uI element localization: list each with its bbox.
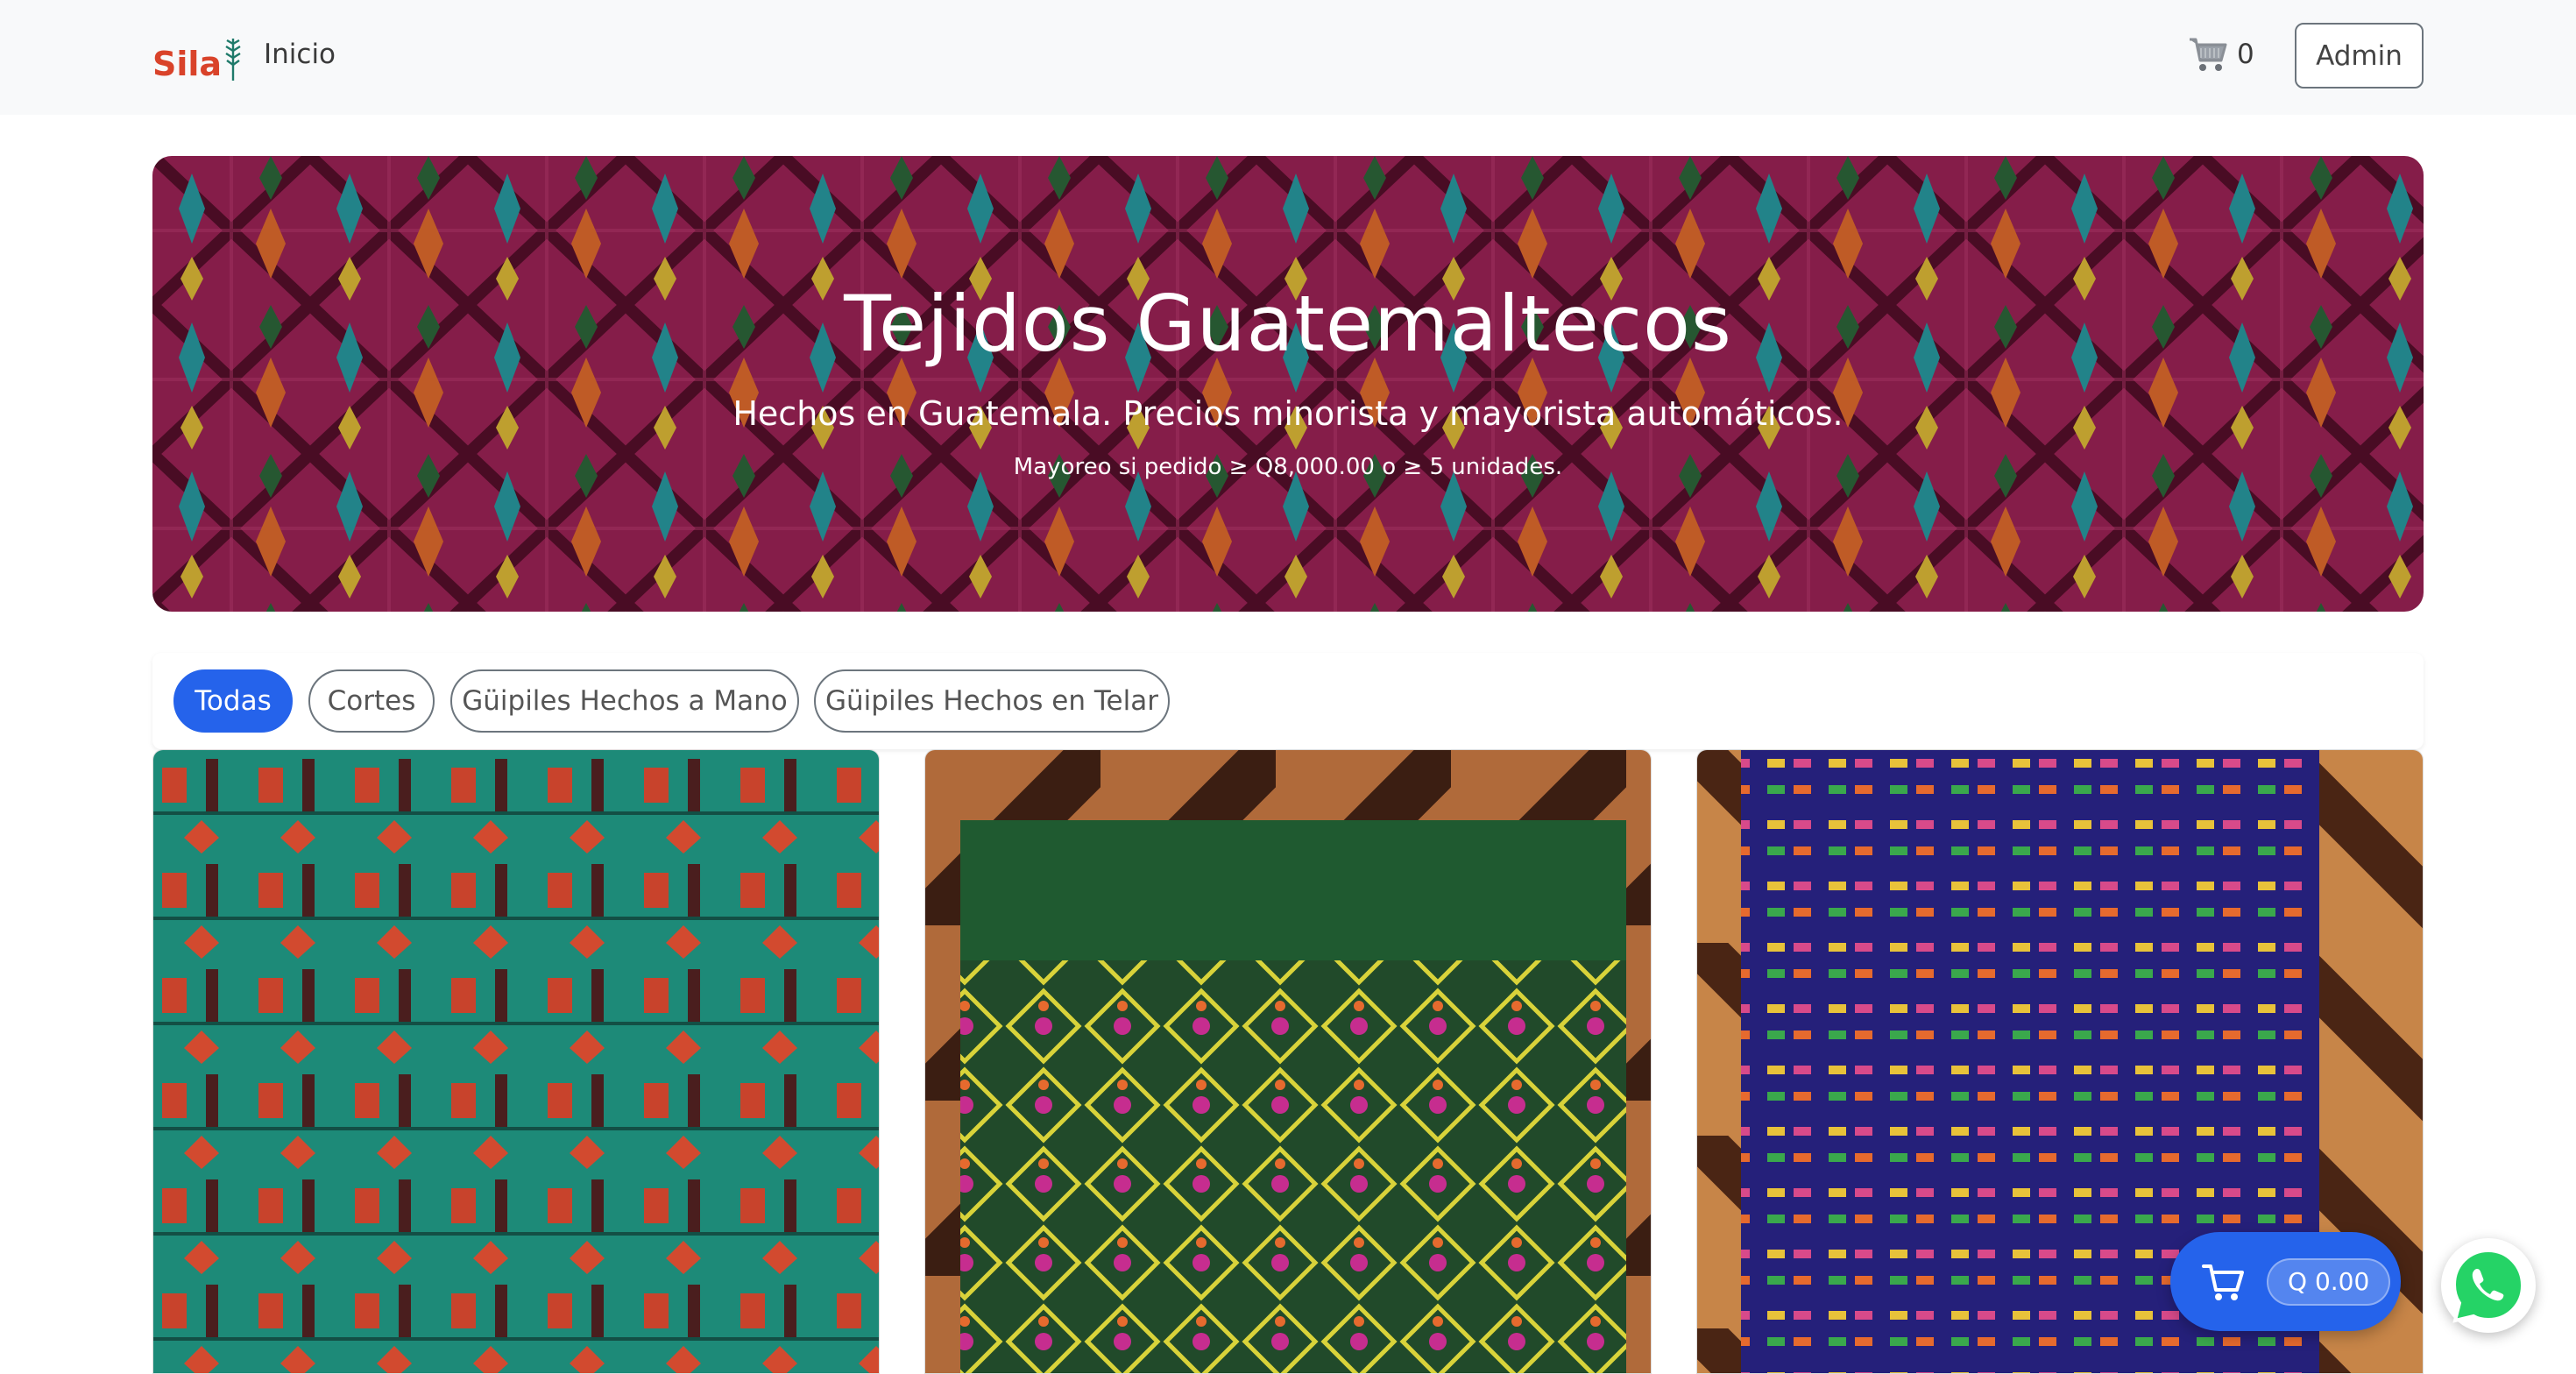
hero-subtitle: Hechos en Guatemala. Precios minorista y…	[732, 394, 1844, 433]
nav-home-link[interactable]: Inicio	[264, 35, 336, 74]
product-card[interactable]	[924, 749, 1652, 1374]
sprig-icon	[225, 39, 241, 81]
cart-icon	[2190, 38, 2227, 71]
brand-logo[interactable]: Sila	[152, 28, 243, 81]
filter-cortes[interactable]: Cortes	[308, 669, 435, 733]
nav-cart-link[interactable]: 0	[2188, 33, 2254, 75]
cart-total: Q 0.00	[2267, 1257, 2391, 1306]
brand-name: Sila	[152, 45, 223, 83]
filter-todas[interactable]: Todas	[173, 669, 293, 733]
cart-count: 0	[2237, 39, 2254, 70]
admin-button[interactable]: Admin	[2295, 23, 2424, 89]
filter-guipiles-telar[interactable]: Güipiles Hechos en Telar	[814, 669, 1170, 733]
product-image	[925, 750, 1651, 1373]
category-filter-bar: Todas Cortes Güipiles Hechos a Mano Güip…	[152, 653, 2424, 749]
floating-cart-button[interactable]: Q 0.00	[2170, 1232, 2401, 1331]
product-card[interactable]	[152, 749, 880, 1374]
cart-icon	[2202, 1264, 2244, 1300]
hero-wholesale-note: Mayoreo si pedido ≥ Q8,000.00 o ≥ 5 unid…	[1013, 454, 1563, 480]
whatsapp-button[interactable]	[2441, 1238, 2536, 1333]
hero-title: Tejidos Guatemaltecos	[844, 279, 1732, 369]
product-image	[153, 750, 879, 1373]
hero-banner: Tejidos Guatemaltecos Hechos en Guatemal…	[152, 156, 2424, 612]
filter-guipiles-mano[interactable]: Güipiles Hechos a Mano	[450, 669, 799, 733]
whatsapp-icon	[2452, 1248, 2525, 1323]
navbar: Sila Inicio 0 Admin	[0, 0, 2576, 115]
